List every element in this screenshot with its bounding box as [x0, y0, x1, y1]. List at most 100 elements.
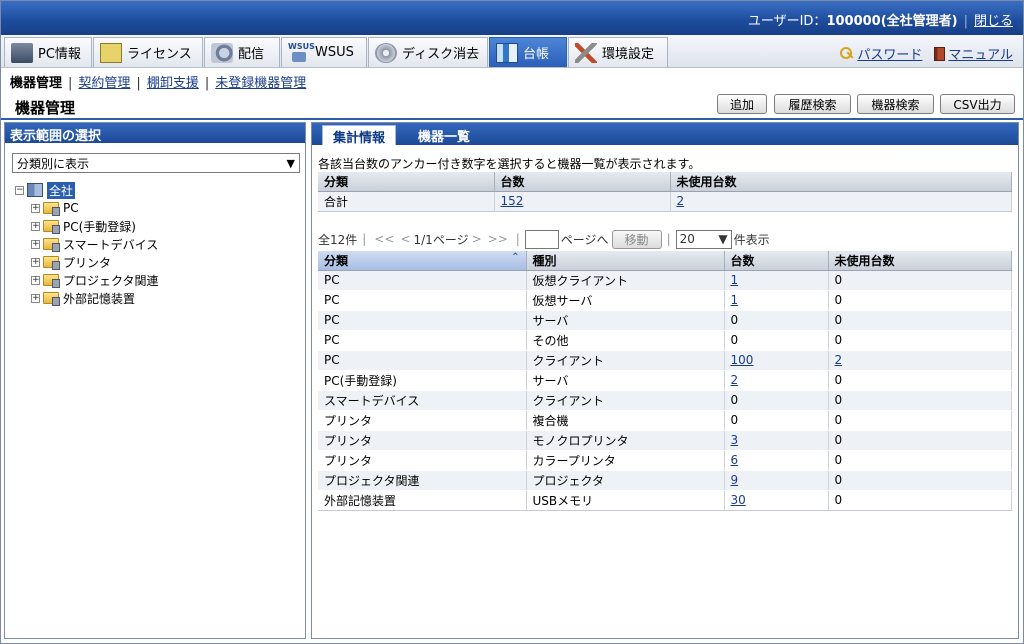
csv-export-button[interactable]: CSV出力: [940, 94, 1015, 114]
unused-count-link[interactable]: 2: [835, 353, 843, 367]
expand-icon[interactable]: +: [31, 203, 40, 213]
collapse-icon[interactable]: −: [15, 185, 24, 195]
subnav-inventory[interactable]: 棚卸支援: [147, 76, 199, 91]
count-link[interactable]: 1: [731, 273, 739, 287]
per-page-label: 件表示: [733, 232, 770, 247]
password-link[interactable]: パスワード: [857, 44, 922, 63]
per-page-select[interactable]: 20 ▼: [675, 229, 732, 249]
table-header-row: 分類 台数 未使用台数: [318, 172, 1012, 192]
tree-item-label[interactable]: プロジェクタ関連: [63, 272, 159, 289]
table-cell: 0: [828, 290, 1012, 311]
table-cell: プリンタ: [318, 430, 527, 451]
table-cell: 仮想サーバ: [526, 290, 725, 311]
history-search-button[interactable]: 履歴検索: [774, 94, 851, 114]
table-cell: 0: [828, 330, 1012, 351]
pagination: 全12件 | << < 1/1ページ > >> | ページへ 移動 | 20 ▼ …: [318, 228, 770, 250]
distribution-icon: [211, 42, 233, 63]
category-breakdown-table: 分類 ⌃ 種別 台数 未使用台数 PC 仮想クライアント 1 0 PC 仮想サーバ 1 0 PC サ…: [318, 251, 1012, 511]
tab-pc-info[interactable]: PC情報: [4, 37, 92, 67]
count-link[interactable]: 30: [731, 493, 746, 507]
license-icon: [100, 42, 122, 63]
logout-link[interactable]: 閉じる: [974, 14, 1013, 29]
count-link[interactable]: 3: [731, 433, 739, 447]
tab-settings[interactable]: 環境設定: [568, 37, 668, 67]
expand-icon[interactable]: +: [31, 275, 40, 285]
display-mode-select[interactable]: 分類別に表示 ▼: [12, 153, 300, 173]
unused-count-link[interactable]: 2: [677, 194, 685, 208]
display-mode-value: 分類別に表示: [17, 156, 90, 171]
count-link[interactable]: 6: [731, 453, 739, 467]
tree-item-external-storage[interactable]: + 外部記憶装置: [15, 289, 159, 307]
table-cell: プリンタ: [318, 410, 527, 431]
table-cell: 外部記憶装置: [318, 490, 527, 511]
table-cell: 2: [828, 350, 1012, 371]
count-link[interactable]: 100: [731, 353, 754, 367]
table-cell: 0: [828, 430, 1012, 451]
prev-page-button[interactable]: <: [400, 232, 410, 246]
tree-root[interactable]: − 全社: [15, 181, 159, 199]
tree-item-pc-manual[interactable]: + PC(手動登録): [15, 217, 159, 235]
expand-icon[interactable]: +: [31, 239, 40, 249]
expand-icon[interactable]: +: [31, 293, 40, 303]
tree-item-printer[interactable]: + プリンタ: [15, 253, 159, 271]
table-cell: サーバ: [526, 310, 725, 331]
tab-device-list[interactable]: 機器一覧: [408, 125, 480, 145]
subnav-contract[interactable]: 契約管理: [78, 76, 130, 91]
tab-summary[interactable]: 集計情報: [322, 125, 397, 146]
table-cell: プリンタ: [318, 450, 527, 471]
tree-item-label[interactable]: PC(手動登録): [63, 218, 136, 235]
count-link[interactable]: 152: [501, 194, 524, 208]
tree-root-label[interactable]: 全社: [47, 181, 76, 199]
table-row: プリンタ モノクロプリンタ 3 0: [318, 430, 1012, 451]
table-cell: 0: [828, 310, 1012, 331]
tab-disk-erase[interactable]: ディスク消去: [368, 37, 488, 67]
move-button[interactable]: 移動: [611, 229, 662, 249]
divider: |: [666, 232, 671, 246]
tree-item-label[interactable]: スマートデバイス: [63, 236, 158, 253]
add-button[interactable]: 追加: [717, 94, 767, 114]
table-cell: PC: [318, 350, 527, 371]
count-link[interactable]: 1: [731, 293, 739, 307]
table-cell: 合計: [318, 191, 495, 212]
tab-distribution[interactable]: 配信: [204, 37, 280, 67]
tab-label: 配信: [238, 47, 265, 62]
table-cell: USBメモリ: [526, 490, 725, 511]
page-number-input[interactable]: [524, 229, 559, 249]
tree-item-label[interactable]: 外部記憶装置: [63, 290, 135, 307]
expand-icon[interactable]: +: [31, 257, 40, 267]
last-page-button[interactable]: >>: [488, 232, 508, 246]
device-search-button[interactable]: 機器検索: [857, 94, 934, 114]
expand-icon[interactable]: +: [31, 221, 40, 231]
user-info: ユーザーID：100000(全社管理者) | 閉じる: [748, 10, 1013, 29]
divider: |: [515, 232, 520, 246]
folder-icon: [43, 202, 60, 216]
tab-license[interactable]: ライセンス: [93, 37, 203, 67]
count-link[interactable]: 9: [731, 473, 739, 487]
tree-item-pc[interactable]: + PC: [15, 199, 159, 217]
folder-icon: [43, 256, 60, 270]
tab-ledger[interactable]: 台帳: [489, 37, 567, 67]
table-cell: 複合機: [526, 410, 725, 431]
pc-icon: [11, 42, 33, 63]
tree-item-projector[interactable]: + プロジェクタ関連: [15, 271, 159, 289]
manual-link[interactable]: マニュアル: [948, 44, 1013, 63]
tab-label: PC情報: [38, 47, 81, 62]
column-header-sortable[interactable]: 分類 ⌃: [318, 251, 527, 271]
table-cell: 0: [724, 330, 829, 351]
subnav-unregistered[interactable]: 未登録機器管理: [215, 76, 306, 91]
table-row: プロジェクタ関連 プロジェクタ 9 0: [318, 470, 1012, 491]
tree-item-label[interactable]: PC: [63, 201, 79, 215]
count-link[interactable]: 2: [731, 373, 739, 387]
tab-wsus[interactable]: WSUS WSUS: [281, 37, 367, 67]
sort-icon[interactable]: ⌃: [511, 252, 519, 263]
first-page-button[interactable]: <<: [374, 232, 394, 246]
next-page-button[interactable]: >: [472, 232, 482, 246]
tree-item-smart-device[interactable]: + スマートデバイス: [15, 235, 159, 253]
total-count: 全12件: [318, 232, 358, 247]
table-cell: 0: [828, 410, 1012, 431]
tree-item-label[interactable]: プリンタ: [63, 254, 111, 271]
table-cell: その他: [526, 330, 725, 351]
folder-icon: [43, 292, 60, 306]
tab-label: ディスク消去: [402, 47, 480, 62]
table-cell: 1: [724, 290, 829, 311]
